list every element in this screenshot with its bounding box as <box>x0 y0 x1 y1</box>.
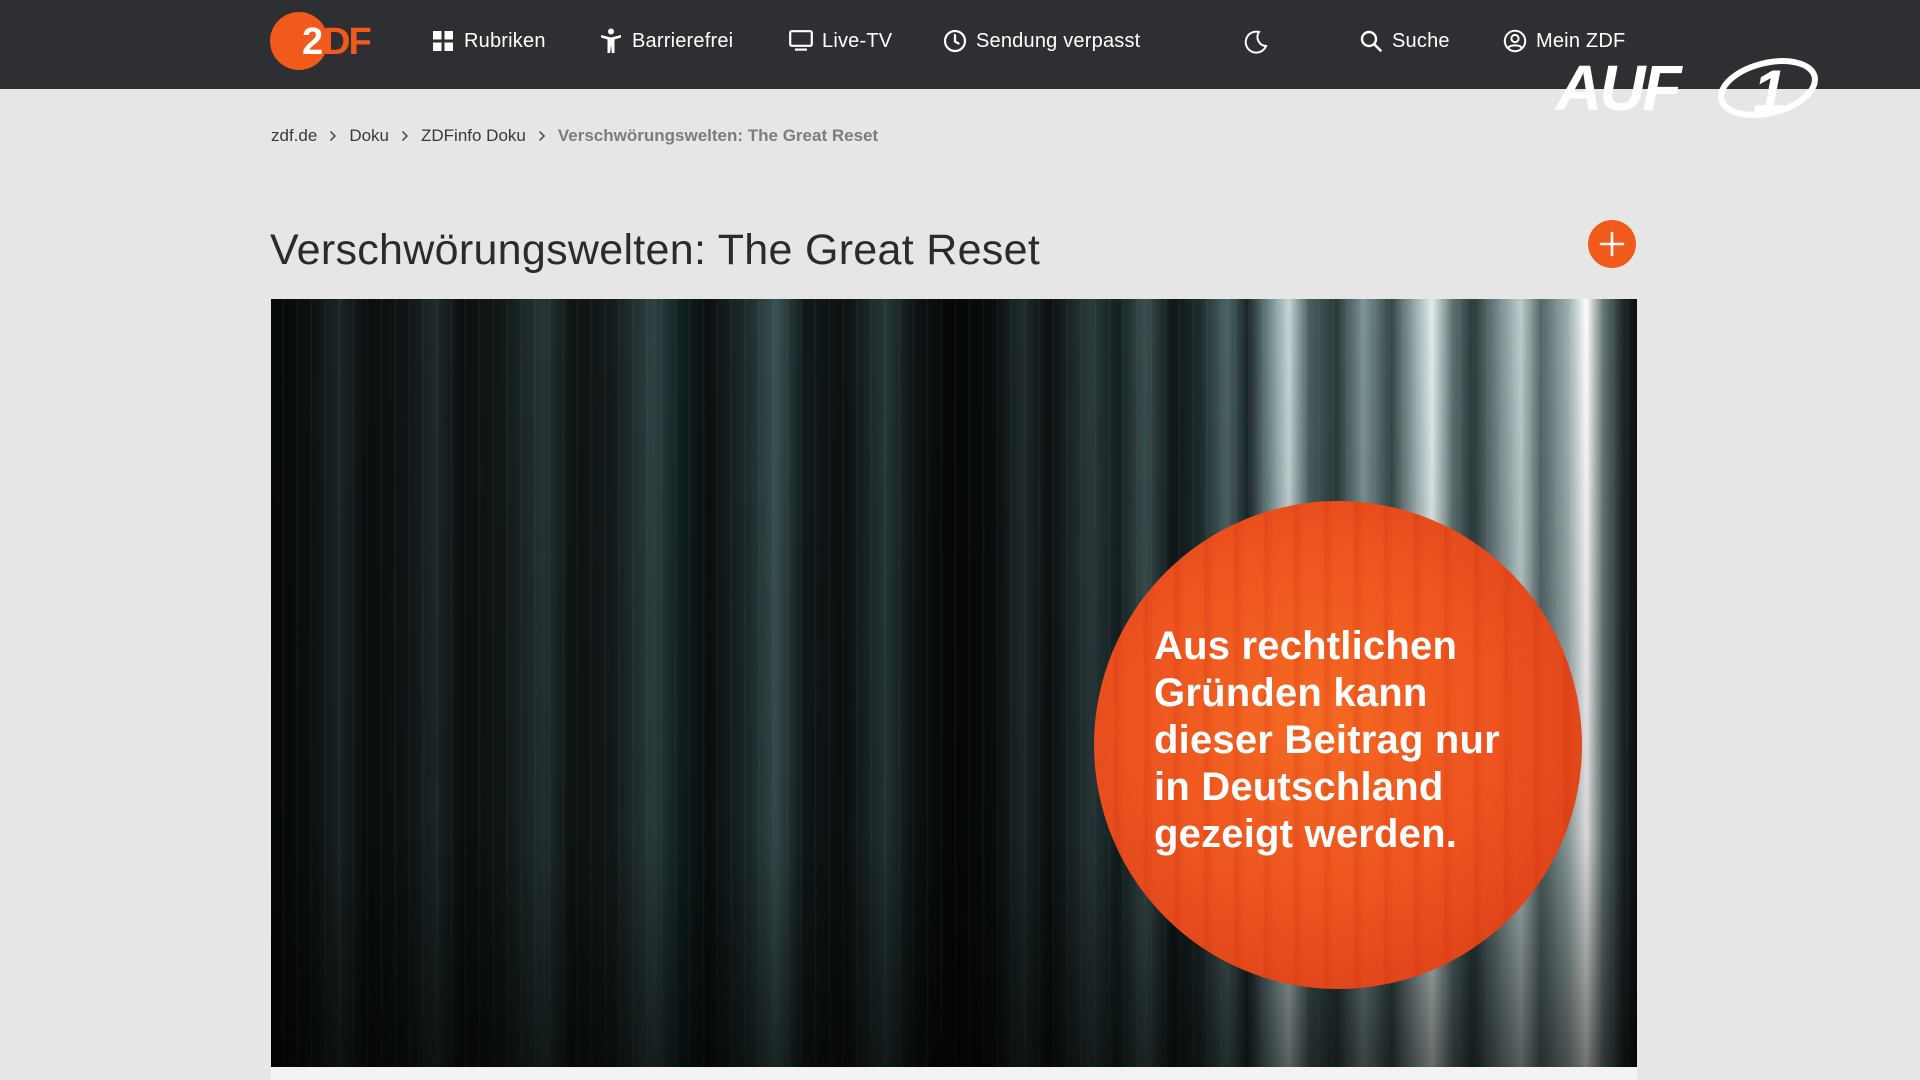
chevron-right-icon <box>317 130 349 142</box>
geo-block-line: in Deutschland <box>1154 765 1444 809</box>
add-to-watchlist-button[interactable] <box>1588 220 1636 268</box>
breadcrumb-item-current: Verschwörungswelten: The Great Reset <box>557 126 879 145</box>
clock-icon <box>943 29 967 53</box>
search-label: Suche <box>1392 29 1450 52</box>
player-controls-edge <box>271 1067 1637 1080</box>
svg-text:DF: DF <box>323 21 370 63</box>
nav-rubriken-label: Rubriken <box>464 29 546 52</box>
auf1-watermark-logo: AUF 1 <box>1554 54 1818 120</box>
nav-live-tv[interactable]: Live-TV <box>789 24 892 58</box>
accessibility-icon <box>599 28 623 53</box>
page-title: Verschwörungswelten: The Great Reset <box>270 226 1041 274</box>
nav-live-tv-label: Live-TV <box>822 29 893 52</box>
nav-barrierefrei-label: Barrierefrei <box>632 29 734 52</box>
svg-text:2: 2 <box>302 21 322 63</box>
geo-block-line: Aus rechtlichen <box>1154 624 1458 668</box>
svg-text:AUF: AUF <box>1554 54 1683 120</box>
account-button[interactable]: Mein ZDF <box>1503 24 1625 58</box>
geo-block-notice: Aus rechtlichen Gründen kann dieser Beit… <box>1094 501 1582 989</box>
geo-block-line: Gründen kann <box>1154 671 1428 715</box>
geo-block-message: Aus rechtlichen Gründen kann dieser Beit… <box>1154 623 1554 858</box>
geo-block-line: dieser Beitrag nur <box>1154 718 1500 762</box>
search-icon <box>1359 29 1383 53</box>
nav-rubriken[interactable]: Rubriken <box>431 24 546 58</box>
chevron-right-icon <box>389 130 421 142</box>
plus-icon <box>1599 231 1625 257</box>
video-player[interactable]: Aus rechtlichen Gründen kann dieser Beit… <box>271 299 1637 1067</box>
chevron-right-icon <box>526 130 558 142</box>
breadcrumb-item-zdfinfo-doku[interactable]: ZDFinfo Doku <box>421 126 526 146</box>
grid-icon <box>431 29 455 53</box>
nav-barrierefrei[interactable]: Barrierefrei <box>599 24 733 58</box>
breadcrumb-item-doku[interactable]: Doku <box>349 126 389 146</box>
account-label: Mein ZDF <box>1536 29 1626 52</box>
nav-sendung-verpasst[interactable]: Sendung verpasst <box>943 24 1140 58</box>
moon-icon <box>1244 30 1268 54</box>
breadcrumb: zdf.de Doku ZDFinfo Doku Verschwörungswe… <box>271 124 878 148</box>
dark-mode-toggle[interactable] <box>1243 29 1269 55</box>
search-button[interactable]: Suche <box>1359 24 1450 58</box>
svg-text:1: 1 <box>1753 58 1786 120</box>
tv-icon <box>789 29 813 53</box>
breadcrumb-item-home[interactable]: zdf.de <box>271 126 317 146</box>
nav-sendung-verpasst-label: Sendung verpasst <box>976 29 1141 52</box>
zdf-logo-icon[interactable]: 2 DF <box>270 12 374 70</box>
user-icon <box>1503 29 1527 53</box>
geo-block-line: gezeigt werden. <box>1154 812 1458 856</box>
